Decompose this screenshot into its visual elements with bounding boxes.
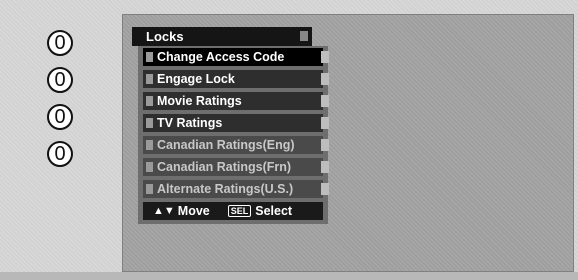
- item-marker: [146, 74, 153, 84]
- menu-item-alternate-ratings[interactable]: Alternate Ratings(U.S.): [143, 180, 329, 198]
- menu-item-movie-ratings[interactable]: Movie Ratings: [143, 92, 329, 110]
- menu-footer: ▲▼ Move SEL Select: [143, 202, 323, 220]
- digit-2: 0: [54, 68, 66, 91]
- menu-item-label: Canadian Ratings(Eng): [157, 138, 295, 152]
- move-hint: Move: [177, 204, 210, 218]
- item-edge: [321, 139, 329, 151]
- menu-item-label: Alternate Ratings(U.S.): [157, 182, 294, 196]
- digit-indicator-1: 0: [47, 30, 73, 56]
- item-edge: [321, 73, 329, 85]
- menu-item-label: Change Access Code: [157, 50, 285, 64]
- digit-indicator-2: 0: [47, 67, 73, 93]
- digit-indicator-3: 0: [47, 104, 73, 130]
- menu-item-tv-ratings[interactable]: TV Ratings: [143, 114, 329, 132]
- item-marker: [146, 162, 153, 172]
- menu-item-canadian-ratings-eng[interactable]: Canadian Ratings(Eng): [143, 136, 329, 154]
- item-marker: [146, 140, 153, 150]
- item-edge: [321, 183, 329, 195]
- item-edge: [321, 51, 329, 63]
- item-marker: [146, 118, 153, 128]
- menu-title: Locks: [146, 29, 184, 44]
- digit-indicator-4: 0: [47, 141, 73, 167]
- item-edge: [321, 161, 329, 173]
- select-hint: Select: [255, 204, 293, 218]
- item-edge: [321, 95, 329, 107]
- menu-item-label: Engage Lock: [157, 72, 235, 86]
- menu-item-label: Movie Ratings: [157, 94, 242, 108]
- digit-3: 0: [54, 105, 66, 128]
- menu-item-engage-lock[interactable]: Engage Lock: [143, 70, 329, 88]
- item-edge: [321, 117, 329, 129]
- item-marker: [146, 184, 153, 194]
- menu-item-label: Canadian Ratings(Frn): [157, 160, 292, 174]
- title-notch: [300, 31, 308, 41]
- bottom-strip: [0, 272, 578, 280]
- item-marker: [146, 96, 153, 106]
- digit-1: 0: [54, 31, 66, 54]
- sel-key-icon: SEL: [227, 205, 252, 217]
- menu-item-canadian-ratings-frn[interactable]: Canadian Ratings(Frn): [143, 158, 329, 176]
- digit-4: 0: [54, 142, 66, 165]
- menu-item-label: TV Ratings: [157, 116, 223, 130]
- item-marker: [146, 52, 153, 62]
- move-arrows-icon: ▲▼: [153, 205, 175, 217]
- menu-title-bar: Locks: [132, 27, 312, 46]
- menu-item-change-access-code[interactable]: Change Access Code: [143, 48, 329, 66]
